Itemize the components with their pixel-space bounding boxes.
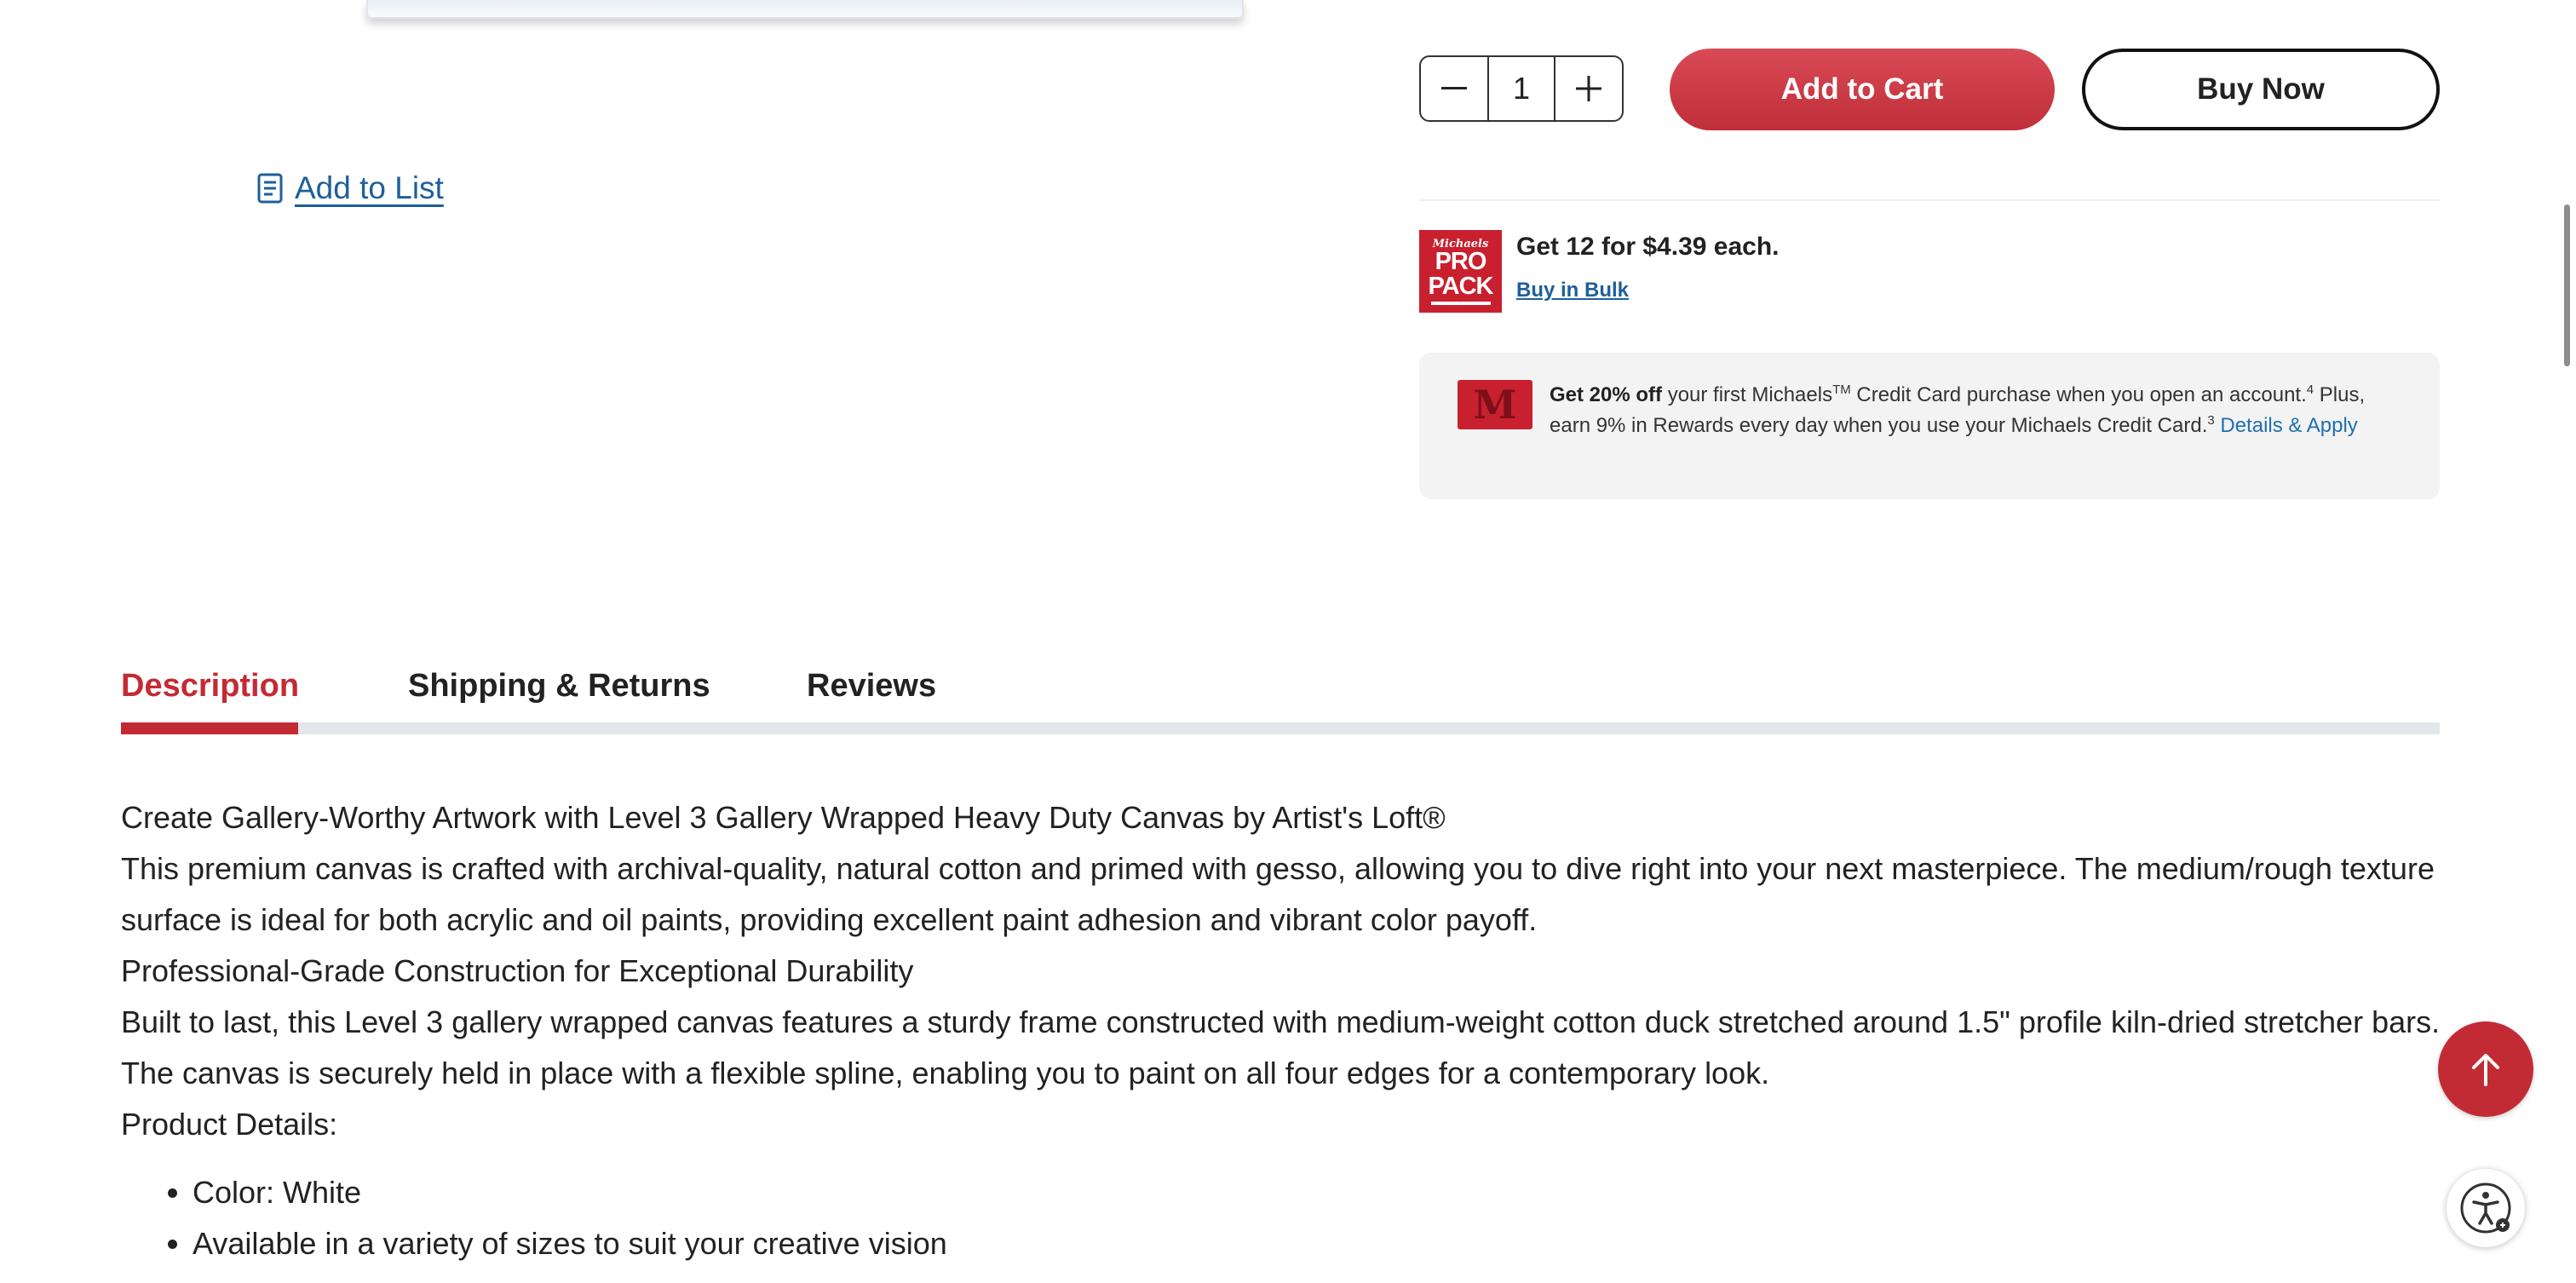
product-details-label: Product Details: <box>121 1107 338 1142</box>
scrollbar-thumb[interactable] <box>2564 204 2570 366</box>
description-heading: Create Gallery-Worthy Artwork with Level… <box>121 800 1446 835</box>
tab-reviews[interactable]: Reviews <box>807 668 936 705</box>
tab-underline-track <box>121 722 2440 734</box>
tab-description[interactable]: Description <box>121 668 299 705</box>
product-image-edge <box>366 0 1244 19</box>
product-description: Create Gallery-Worthy Artwork with Level… <box>121 792 2455 1269</box>
credit-card-offer-text: Get 20% off your first MichaelsTM Credit… <box>1550 383 2366 437</box>
buy-in-bulk-link[interactable]: Buy in Bulk <box>1516 279 1629 302</box>
add-to-list-link[interactable]: Add to List <box>257 170 444 206</box>
tab-shipping-returns[interactable]: Shipping & Returns <box>408 668 710 705</box>
tab-active-indicator <box>121 722 298 734</box>
decrease-quantity-button[interactable] <box>1421 57 1487 120</box>
arrow-up-icon <box>2472 1054 2499 1086</box>
accessibility-button[interactable] <box>2447 1169 2525 1247</box>
pro-pack-logo: Michaels PRO PACK <box>1419 230 1502 313</box>
details-apply-link[interactable]: Details & Apply <box>2220 414 2357 437</box>
quantity-input[interactable]: 1 <box>1487 57 1555 120</box>
back-to-top-button[interactable] <box>2438 1021 2533 1117</box>
divider <box>1419 199 2440 201</box>
accessibility-icon <box>2460 1182 2511 1234</box>
description-heading: Professional-Grade Construction for Exce… <box>121 953 914 988</box>
product-details-list: Color: White Available in a variety of s… <box>121 1167 2455 1269</box>
add-to-list-label: Add to List <box>295 170 444 205</box>
michaels-credit-card-image: M <box>1458 380 1532 429</box>
list-icon <box>257 173 283 204</box>
list-item: Available in a variety of sizes to suit … <box>193 1218 2455 1269</box>
list-item: Color: White <box>193 1167 2455 1218</box>
description-paragraph: Built to last, this Level 3 gallery wrap… <box>121 1004 2441 1090</box>
bulk-offer-title: Get 12 for $4.39 each. <box>1516 233 1780 261</box>
plus-icon <box>1576 76 1601 101</box>
increase-quantity-button[interactable] <box>1555 57 1622 120</box>
buy-now-button[interactable]: Buy Now <box>2082 49 2440 130</box>
quantity-stepper[interactable]: 1 <box>1419 55 1624 122</box>
minus-icon <box>1441 87 1467 89</box>
add-to-cart-button[interactable]: Add to Cart <box>1670 49 2055 130</box>
description-paragraph: This premium canvas is crafted with arch… <box>121 851 2435 937</box>
